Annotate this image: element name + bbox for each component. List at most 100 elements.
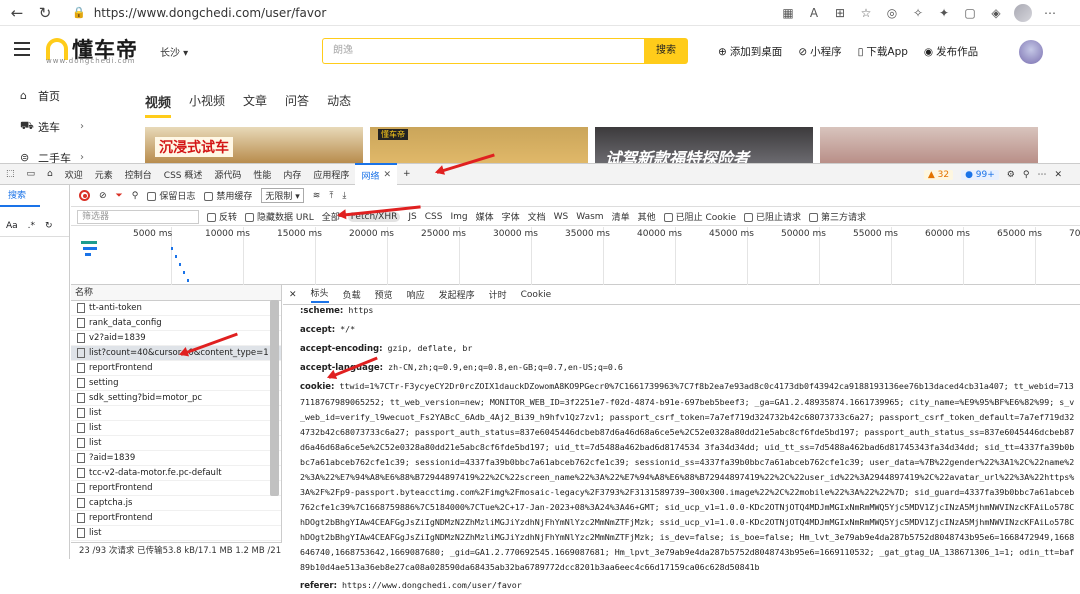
tab-memory[interactable]: 内存: [277, 163, 307, 185]
tab-performance[interactable]: 性能: [247, 163, 277, 185]
filter-js[interactable]: JS: [408, 212, 416, 222]
request-row[interactable]: reportFrontend: [71, 511, 281, 526]
more-icon[interactable]: ⋯: [1037, 170, 1046, 180]
hide-data-url-checkbox[interactable]: 隐藏数据 URL: [245, 210, 314, 223]
request-list-scrollbar[interactable]: [270, 300, 279, 496]
filter-font[interactable]: 字体: [502, 210, 520, 223]
disable-cache-checkbox[interactable]: 禁用缓存: [204, 189, 252, 202]
collections-icon[interactable]: ✧: [910, 5, 926, 21]
add-tab-icon[interactable]: +: [397, 163, 417, 185]
sidebar-icon[interactable]: ▢: [962, 5, 978, 21]
tab-qa[interactable]: 问答: [285, 92, 309, 118]
search-button[interactable]: 搜索: [644, 38, 688, 64]
info-badge[interactable]: ● 99+: [961, 170, 999, 180]
throttle-select[interactable]: 无限制 ▾: [261, 188, 304, 203]
publish-link[interactable]: ◉ 发布作品: [924, 44, 978, 59]
search-icon[interactable]: ⚲: [132, 191, 139, 201]
request-row[interactable]: list: [71, 406, 281, 421]
mini-program-link[interactable]: ⊘ 小程序: [798, 44, 841, 59]
read-aloud-icon[interactable]: A: [806, 5, 822, 21]
city-selector[interactable]: 长沙 ▾: [160, 44, 188, 59]
puzzle-icon[interactable]: ✦: [936, 5, 952, 21]
request-row[interactable]: rank_data_config: [71, 316, 281, 331]
tab-console[interactable]: 控制台: [119, 163, 158, 185]
address-bar[interactable]: 🔒 https://www.dongchedi.com/user/favor: [72, 6, 326, 20]
tab-video[interactable]: 视频: [145, 92, 172, 118]
close-devtools-icon[interactable]: ✕: [1054, 170, 1062, 180]
request-row[interactable]: reportFrontend: [71, 361, 281, 376]
search-tab[interactable]: 搜索: [0, 185, 40, 207]
detail-tab-initiator[interactable]: 发起程序: [439, 288, 475, 301]
tab-css-overview[interactable]: CSS 概述: [158, 163, 209, 185]
download-app-link[interactable]: ▯ 下载App: [858, 44, 908, 59]
refresh-icon[interactable]: ↻: [34, 2, 56, 24]
detail-tab-response[interactable]: 响应: [407, 288, 425, 301]
clear-icon[interactable]: ⊘: [99, 191, 107, 201]
tab-application[interactable]: 应用程序: [307, 163, 355, 185]
warning-badge[interactable]: ▲ 32: [923, 170, 954, 180]
side-nav-home[interactable]: ⌂ 首页: [0, 80, 110, 111]
request-row[interactable]: ?aid=1839: [71, 451, 281, 466]
banner-card[interactable]: 试驾新款福特探险者: [595, 127, 813, 163]
side-nav-select-car[interactable]: ⛟ 选车 ›: [0, 111, 110, 142]
record-icon[interactable]: [79, 190, 90, 201]
close-detail-icon[interactable]: ✕: [289, 290, 297, 300]
filter-other[interactable]: 其他: [638, 210, 656, 223]
feedback-icon[interactable]: ⚲: [1023, 170, 1030, 180]
blocked-cookies-checkbox[interactable]: 已阻止 Cookie: [663, 210, 736, 223]
detail-tab-payload[interactable]: 负载: [343, 288, 361, 301]
refresh-search-icon[interactable]: ↻: [45, 221, 53, 231]
add-to-desktop-link[interactable]: ⊕ 添加到桌面: [718, 44, 782, 59]
grid-icon[interactable]: ▦: [780, 5, 796, 21]
match-case-toggle[interactable]: Aa: [6, 221, 18, 231]
detail-tab-headers[interactable]: 标头: [310, 286, 329, 303]
request-row[interactable]: sdk_setting?bid=motor_pc: [71, 391, 281, 406]
extension-icon[interactable]: ◎: [884, 5, 900, 21]
tab-sources[interactable]: 源代码: [208, 163, 247, 185]
request-row[interactable]: captcha.js: [71, 496, 281, 511]
apps-icon[interactable]: ⊞: [832, 5, 848, 21]
filter-input[interactable]: 筛选器: [77, 209, 199, 224]
tab-elements[interactable]: 元素: [89, 163, 119, 185]
filter-ws[interactable]: WS: [554, 212, 569, 222]
request-row[interactable]: list?count=40&cursor=0&content_type=1: [71, 346, 281, 361]
column-header-name[interactable]: 名称: [71, 285, 281, 301]
request-row[interactable]: tcc-v2-data-motor.fe.pc-default: [71, 466, 281, 481]
detail-tab-preview[interactable]: 预览: [375, 288, 393, 301]
third-party-checkbox[interactable]: 第三方请求: [809, 210, 866, 223]
device-toggle-icon[interactable]: ▭: [21, 163, 42, 185]
preserve-log-checkbox[interactable]: 保留日志: [147, 189, 195, 202]
filter-css[interactable]: CSS: [425, 212, 443, 222]
filter-icon[interactable]: ⏷: [116, 191, 123, 201]
filter-manifest[interactable]: 清单: [612, 210, 630, 223]
tab-short-video[interactable]: 小视频: [189, 92, 225, 118]
detail-tab-timing[interactable]: 计时: [489, 288, 507, 301]
banner-card[interactable]: 沉浸式试车: [145, 127, 363, 163]
back-icon[interactable]: ←: [6, 2, 28, 24]
filter-img[interactable]: Img: [450, 212, 467, 222]
devtools-inspect-icon[interactable]: ⬚: [0, 163, 21, 185]
request-row[interactable]: setting: [71, 376, 281, 391]
banner-card[interactable]: [820, 127, 1038, 163]
menu-icon[interactable]: [14, 42, 30, 56]
tab-feed[interactable]: 动态: [327, 92, 351, 118]
network-timeline[interactable]: 5000 ms 10000 ms 15000 ms 20000 ms 25000 ms 3…: [71, 227, 1080, 285]
blocked-requests-checkbox[interactable]: 已阻止请求: [744, 210, 801, 223]
profile-avatar[interactable]: [1014, 4, 1032, 22]
search-input[interactable]: 朗逸: [322, 38, 644, 64]
detail-tab-cookies[interactable]: Cookie: [521, 290, 552, 300]
invert-checkbox[interactable]: 反转: [207, 210, 237, 223]
more-icon[interactable]: ⋯: [1042, 5, 1058, 21]
request-row[interactable]: reportFrontend: [71, 481, 281, 496]
user-avatar[interactable]: [1019, 40, 1043, 64]
filter-wasm[interactable]: Wasm: [576, 212, 603, 222]
request-row[interactable]: tt-anti-token: [71, 301, 281, 316]
export-icon[interactable]: ⤓: [342, 191, 346, 201]
filter-media[interactable]: 媒体: [476, 210, 494, 223]
filter-doc[interactable]: 文档: [528, 210, 546, 223]
request-row[interactable]: v2?aid=1839: [71, 331, 281, 346]
regex-toggle[interactable]: .*: [28, 221, 35, 231]
tab-article[interactable]: 文章: [243, 92, 267, 118]
favorite-icon[interactable]: ☆: [858, 5, 874, 21]
request-row[interactable]: list: [71, 526, 281, 541]
